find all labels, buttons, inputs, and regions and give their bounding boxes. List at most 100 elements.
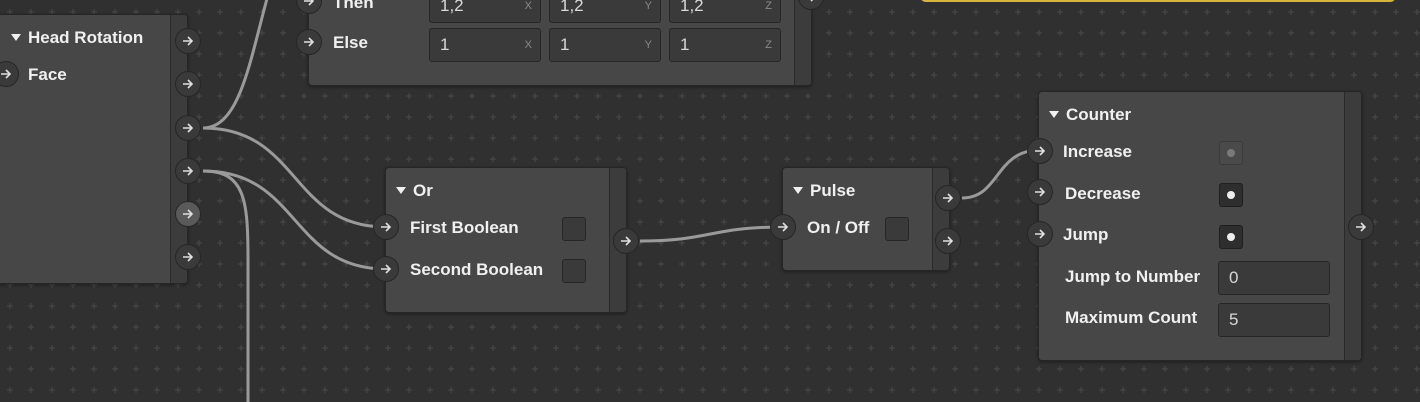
or-output-port[interactable]: [613, 228, 639, 254]
arrow-right-icon: [304, 0, 315, 6]
arrow-right-icon: [304, 37, 315, 47]
else-x-field[interactable]: 1X: [429, 28, 541, 62]
maximum-count-label: Maximum Count: [1065, 308, 1198, 327]
head-rotation-output-port-4[interactable]: [175, 158, 201, 184]
else-x-value: 1: [440, 35, 450, 54]
else-y-field[interactable]: 1Y: [549, 28, 661, 62]
warning-banner-edge: [920, 0, 1396, 2]
arrow-right-icon: [183, 166, 194, 176]
arrow-right-icon: [943, 193, 954, 203]
then-x-field[interactable]: 1,2 X: [429, 0, 541, 23]
second-boolean-checkbox[interactable]: [562, 259, 586, 283]
jump-to-number-input[interactable]: 0: [1218, 261, 1330, 295]
collapse-triangle-icon[interactable]: [793, 187, 803, 194]
axis-y-label: Y: [644, 39, 652, 51]
on-off-input-port[interactable]: [770, 214, 796, 240]
on-off-label: On / Off: [807, 218, 870, 237]
pulse-output-port-1[interactable]: [935, 185, 961, 211]
then-z-field[interactable]: 1,2 Z: [669, 0, 781, 23]
increase-label: Increase: [1063, 142, 1132, 161]
pulse-output-port-2[interactable]: [935, 228, 961, 254]
node-header[interactable]: Head Rotation: [11, 28, 143, 48]
on-off-checkbox[interactable]: [885, 217, 909, 241]
then-y-field[interactable]: 1,2 Y: [549, 0, 661, 23]
node-output-strip: [794, 0, 811, 85]
maximum-count-input[interactable]: 5: [1218, 303, 1330, 337]
wire-or-to-pulse[interactable]: [639, 225, 784, 243]
arrow-right-icon: [1356, 222, 1367, 232]
arrow-right-icon: [943, 236, 954, 246]
arrow-right-icon: [183, 123, 194, 133]
pulse-node[interactable]: Pulse On / Off: [782, 167, 950, 271]
increase-trigger-disabled: [1219, 141, 1243, 165]
decrease-trigger[interactable]: [1219, 183, 1243, 207]
arrow-right-icon: [1035, 146, 1046, 156]
arrow-right-icon: [1, 69, 12, 79]
first-boolean-checkbox[interactable]: [562, 217, 586, 241]
head-rotation-output-port-1[interactable]: [175, 28, 201, 54]
node-title: Or: [413, 181, 433, 200]
node-title: Pulse: [810, 181, 856, 200]
then-x-value: 1,2: [440, 0, 464, 15]
if-else-node[interactable]: Then Else 1,2 X 1,2 Y 1,2 Z 1X 1Y 1Z: [308, 0, 812, 86]
axis-z-label: Z: [765, 39, 772, 51]
arrow-right-icon: [381, 222, 392, 232]
head-rotation-output-port-5[interactable]: [175, 201, 201, 227]
else-y-value: 1: [560, 35, 570, 54]
node-output-strip: [170, 15, 187, 283]
decrease-input-port[interactable]: [1027, 179, 1053, 205]
increase-input-port[interactable]: [1027, 138, 1053, 164]
else-z-field[interactable]: 1Z: [669, 28, 781, 62]
node-header[interactable]: Pulse: [793, 181, 855, 201]
axis-x-label: X: [524, 0, 532, 12]
else-input-label: Else: [333, 33, 368, 52]
arrow-right-icon: [183, 252, 194, 262]
collapse-triangle-icon[interactable]: [1049, 111, 1059, 118]
first-boolean-input-port[interactable]: [373, 214, 399, 240]
second-boolean-label: Second Boolean: [410, 260, 544, 279]
axis-z-label: Z: [765, 0, 772, 12]
arrow-right-icon: [1035, 229, 1046, 239]
jump-to-number-label: Jump to Number: [1065, 267, 1201, 286]
collapse-triangle-icon[interactable]: [396, 187, 406, 194]
jump-label: Jump: [1063, 225, 1109, 244]
wire-head-rotation-down[interactable]: [202, 169, 250, 402]
else-input-port[interactable]: [296, 29, 322, 55]
arrow-right-icon: [1035, 187, 1046, 197]
then-z-value: 1,2: [680, 0, 704, 15]
node-header[interactable]: Or: [396, 181, 433, 201]
wire-head-rotation-to-ifelse[interactable]: [202, 0, 269, 130]
arrow-right-icon: [183, 209, 194, 219]
head-rotation-output-port-2[interactable]: [175, 71, 201, 97]
then-y-value: 1,2: [560, 0, 584, 15]
first-boolean-label: First Boolean: [410, 218, 519, 237]
node-header[interactable]: Counter: [1049, 105, 1131, 125]
jump-input-port[interactable]: [1027, 221, 1053, 247]
jump-trigger[interactable]: [1219, 225, 1243, 249]
arrow-right-icon: [810, 0, 814, 2]
counter-output-port[interactable]: [1348, 214, 1374, 240]
arrow-right-icon: [621, 236, 632, 246]
axis-y-label: Y: [644, 0, 652, 12]
wire-head-rotation-to-second-boolean[interactable]: [202, 169, 387, 271]
node-output-strip: [932, 168, 949, 270]
else-z-value: 1: [680, 35, 690, 54]
face-input-label: Face: [28, 65, 67, 84]
head-rotation-output-port-3[interactable]: [175, 115, 201, 141]
second-boolean-input-port[interactable]: [373, 256, 399, 282]
collapse-triangle-icon[interactable]: [11, 34, 21, 41]
head-rotation-node[interactable]: Head Rotation Face: [0, 14, 188, 284]
arrow-right-icon: [381, 264, 392, 274]
then-input-label: Then: [333, 0, 374, 12]
node-graph-canvas[interactable]: Head Rotation Face Then Else 1,2 X 1,2 Y 1…: [0, 0, 1420, 402]
or-node[interactable]: Or First Boolean Second Boolean: [385, 167, 627, 313]
node-title: Head Rotation: [28, 28, 144, 47]
counter-node[interactable]: Counter Increase Decrease Jump Jump to N…: [1038, 91, 1362, 361]
decrease-label: Decrease: [1065, 184, 1141, 203]
arrow-right-icon: [183, 79, 194, 89]
head-rotation-output-port-6[interactable]: [175, 244, 201, 270]
node-title: Counter: [1066, 105, 1132, 124]
arrow-right-icon: [183, 36, 194, 46]
arrow-right-icon: [778, 222, 789, 232]
axis-x-label: X: [524, 39, 532, 51]
